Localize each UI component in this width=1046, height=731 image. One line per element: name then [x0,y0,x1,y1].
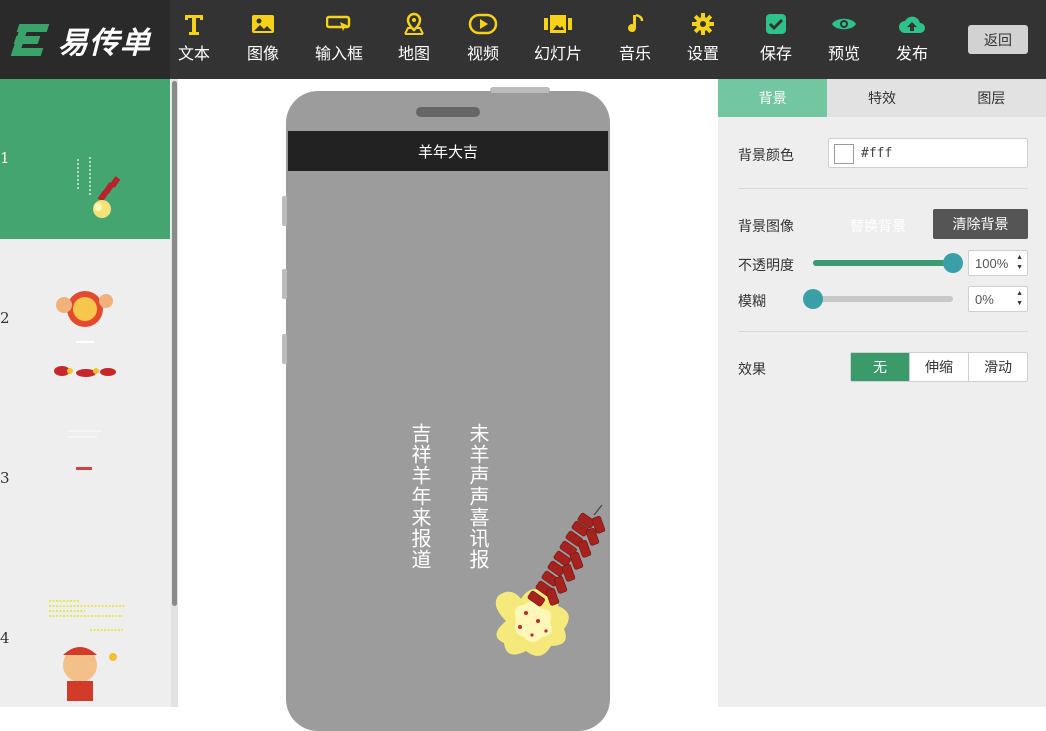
tool-label: 视频 [466,46,499,63]
tool-label: 幻灯片 [533,46,582,63]
slideshow-icon [543,10,573,38]
scrollbar-thumb[interactable] [172,81,177,606]
divider [738,331,1028,332]
tool-text-button[interactable]: 文本 [159,10,229,64]
blur-stepper[interactable]: 0% ▲ ▼ [968,286,1028,312]
stepper-down-icon[interactable]: ▼ [1016,264,1023,271]
tab-layers[interactable]: 图层 [937,79,1046,117]
tool-label: 文本 [177,46,210,63]
opacity-slider[interactable] [813,253,963,273]
phone-speaker [416,107,480,117]
opacity-value: 100% [975,256,1009,271]
vertical-text-line-2[interactable]: 吉祥羊年来报道 [406,423,435,570]
tool-slideshow-button[interactable]: 幻灯片 [523,10,593,64]
input-box-icon [326,10,352,38]
slider-knob[interactable] [943,253,963,273]
slide-list-scrollbar[interactable] [171,79,178,707]
phone-side-button [282,196,287,226]
back-button[interactable]: 返回 [968,25,1028,54]
firecracker-image[interactable] [476,501,611,681]
phone-top-button [490,87,550,93]
slide-number: 3 [0,469,10,487]
slide-thumbnail-4[interactable]: 4 [0,559,170,707]
properties-panel: 背景 特效 图层 背景颜色 #fff 背景图像 替换背景 清除背景 不透明度 1… [718,79,1046,707]
tool-label: 设置 [686,46,719,63]
slide-thumbnail-2[interactable]: 2 [0,239,170,399]
tool-map-button[interactable]: 地图 [379,10,449,64]
effect-option-none[interactable]: 无 [851,353,909,381]
editor-canvas: 羊年大吉 未羊声声喜讯报 吉祥羊年来报道 [178,79,718,731]
logo-e-icon [10,20,54,60]
stepper-up-icon[interactable]: ▲ [1016,254,1023,261]
slide-list: 1 2 3 4 [0,79,178,707]
text-icon [183,10,205,38]
map-pin-icon [402,10,426,38]
blur-label: 模糊 [738,293,766,309]
page-title-bar[interactable]: 羊年大吉 [288,131,608,171]
top-toolbar: 易传单 文本 图像 输入框 地图 视频 幻灯片 音乐 设置 保存 预览 发布 返… [0,0,1046,79]
slide-number: 1 [0,149,10,167]
divider [738,188,1028,189]
replace-background-button[interactable]: 替换背景 [838,211,918,241]
gear-icon [691,10,715,38]
effect-option-slide[interactable]: 滑动 [968,353,1027,381]
publish-button[interactable]: 发布 [877,10,947,64]
slide-preview [54,291,116,377]
image-icon [251,10,275,38]
brand-logo: 易传单 [0,0,170,79]
bg-color-label: 背景颜色 [738,147,794,163]
tool-settings-button[interactable]: 设置 [668,10,738,64]
tool-label: 输入框 [314,46,363,63]
tab-background[interactable]: 背景 [718,79,828,117]
tab-effects[interactable]: 特效 [827,79,936,117]
preview-button[interactable]: 预览 [809,10,879,64]
tool-label: 图像 [246,46,279,63]
slide-preview [49,600,125,701]
eye-icon [830,10,858,38]
bg-image-label: 背景图像 [738,218,794,234]
slide-preview [68,430,101,470]
tool-label: 发布 [895,46,928,63]
brand-name: 易传单 [58,25,151,61]
tool-label: 保存 [759,46,792,63]
music-note-icon [625,10,645,38]
tool-label: 预览 [827,46,860,63]
cloud-upload-icon [897,10,927,38]
bg-color-value: #fff [861,146,893,161]
tool-label: 地图 [397,46,430,63]
slide-preview [77,157,121,218]
effect-option-stretch[interactable]: 伸缩 [909,353,968,381]
bg-color-field[interactable]: #fff [828,138,1028,168]
effect-label: 效果 [738,361,766,377]
slide-thumbnail-1[interactable]: 1 [0,79,170,239]
effect-selector: 无 伸缩 滑动 [850,352,1028,382]
blur-value: 0% [975,292,994,307]
stepper-down-icon[interactable]: ▼ [1016,300,1023,307]
clear-background-button[interactable]: 清除背景 [933,209,1028,239]
opacity-label: 不透明度 [738,257,794,273]
properties-tabs: 背景 特效 图层 [718,79,1046,117]
tool-image-button[interactable]: 图像 [228,10,298,64]
tool-music-button[interactable]: 音乐 [600,10,670,64]
tool-video-button[interactable]: 视频 [448,10,518,64]
slider-fill [813,260,953,266]
blur-slider[interactable] [803,289,953,309]
opacity-stepper[interactable]: 100% ▲ ▼ [968,250,1028,276]
slide-thumbnail-3[interactable]: 3 [0,399,170,559]
slide-number: 2 [0,309,10,327]
save-button[interactable]: 保存 [741,10,811,64]
tool-label: 音乐 [618,46,651,63]
phone-side-button [282,334,287,364]
stepper-up-icon[interactable]: ▲ [1016,290,1023,297]
video-play-icon [468,10,498,38]
phone-frame: 羊年大吉 未羊声声喜讯报 吉祥羊年来报道 [282,87,611,731]
slide-number: 4 [0,629,10,647]
save-check-icon [765,10,787,38]
color-swatch[interactable] [834,144,854,164]
phone-side-button [282,269,287,299]
tool-input-box-button[interactable]: 输入框 [304,10,374,64]
slider-knob[interactable] [803,289,823,309]
